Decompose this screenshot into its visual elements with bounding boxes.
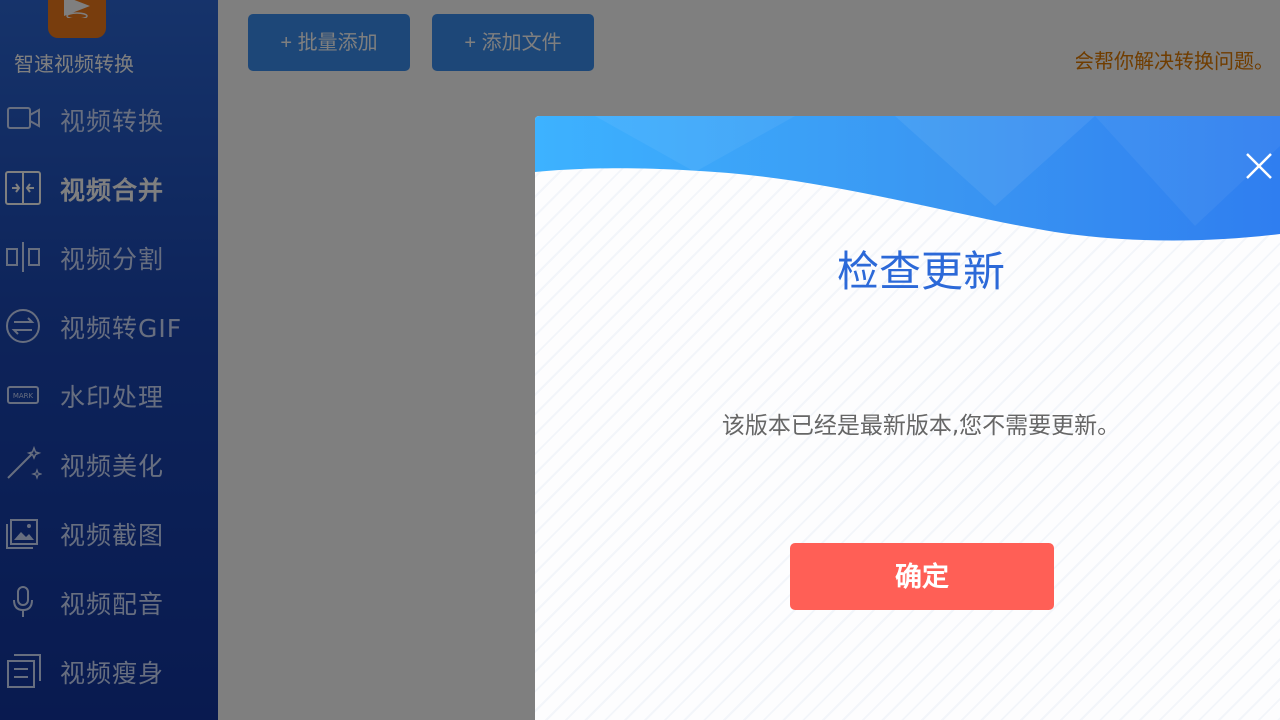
dialog-title: 检查更新 <box>836 247 1005 296</box>
update-dialog: 检查更新 该版本已经是最新版本,您不需要更新。 确定 <box>535 116 1280 720</box>
dialog-message: 该版本已经是最新版本,您不需要更新。 <box>721 413 1121 439</box>
confirm-button[interactable]: 确定 <box>790 543 1054 610</box>
close-icon[interactable] <box>1241 148 1277 184</box>
dialog-header-wave <box>535 116 1280 241</box>
